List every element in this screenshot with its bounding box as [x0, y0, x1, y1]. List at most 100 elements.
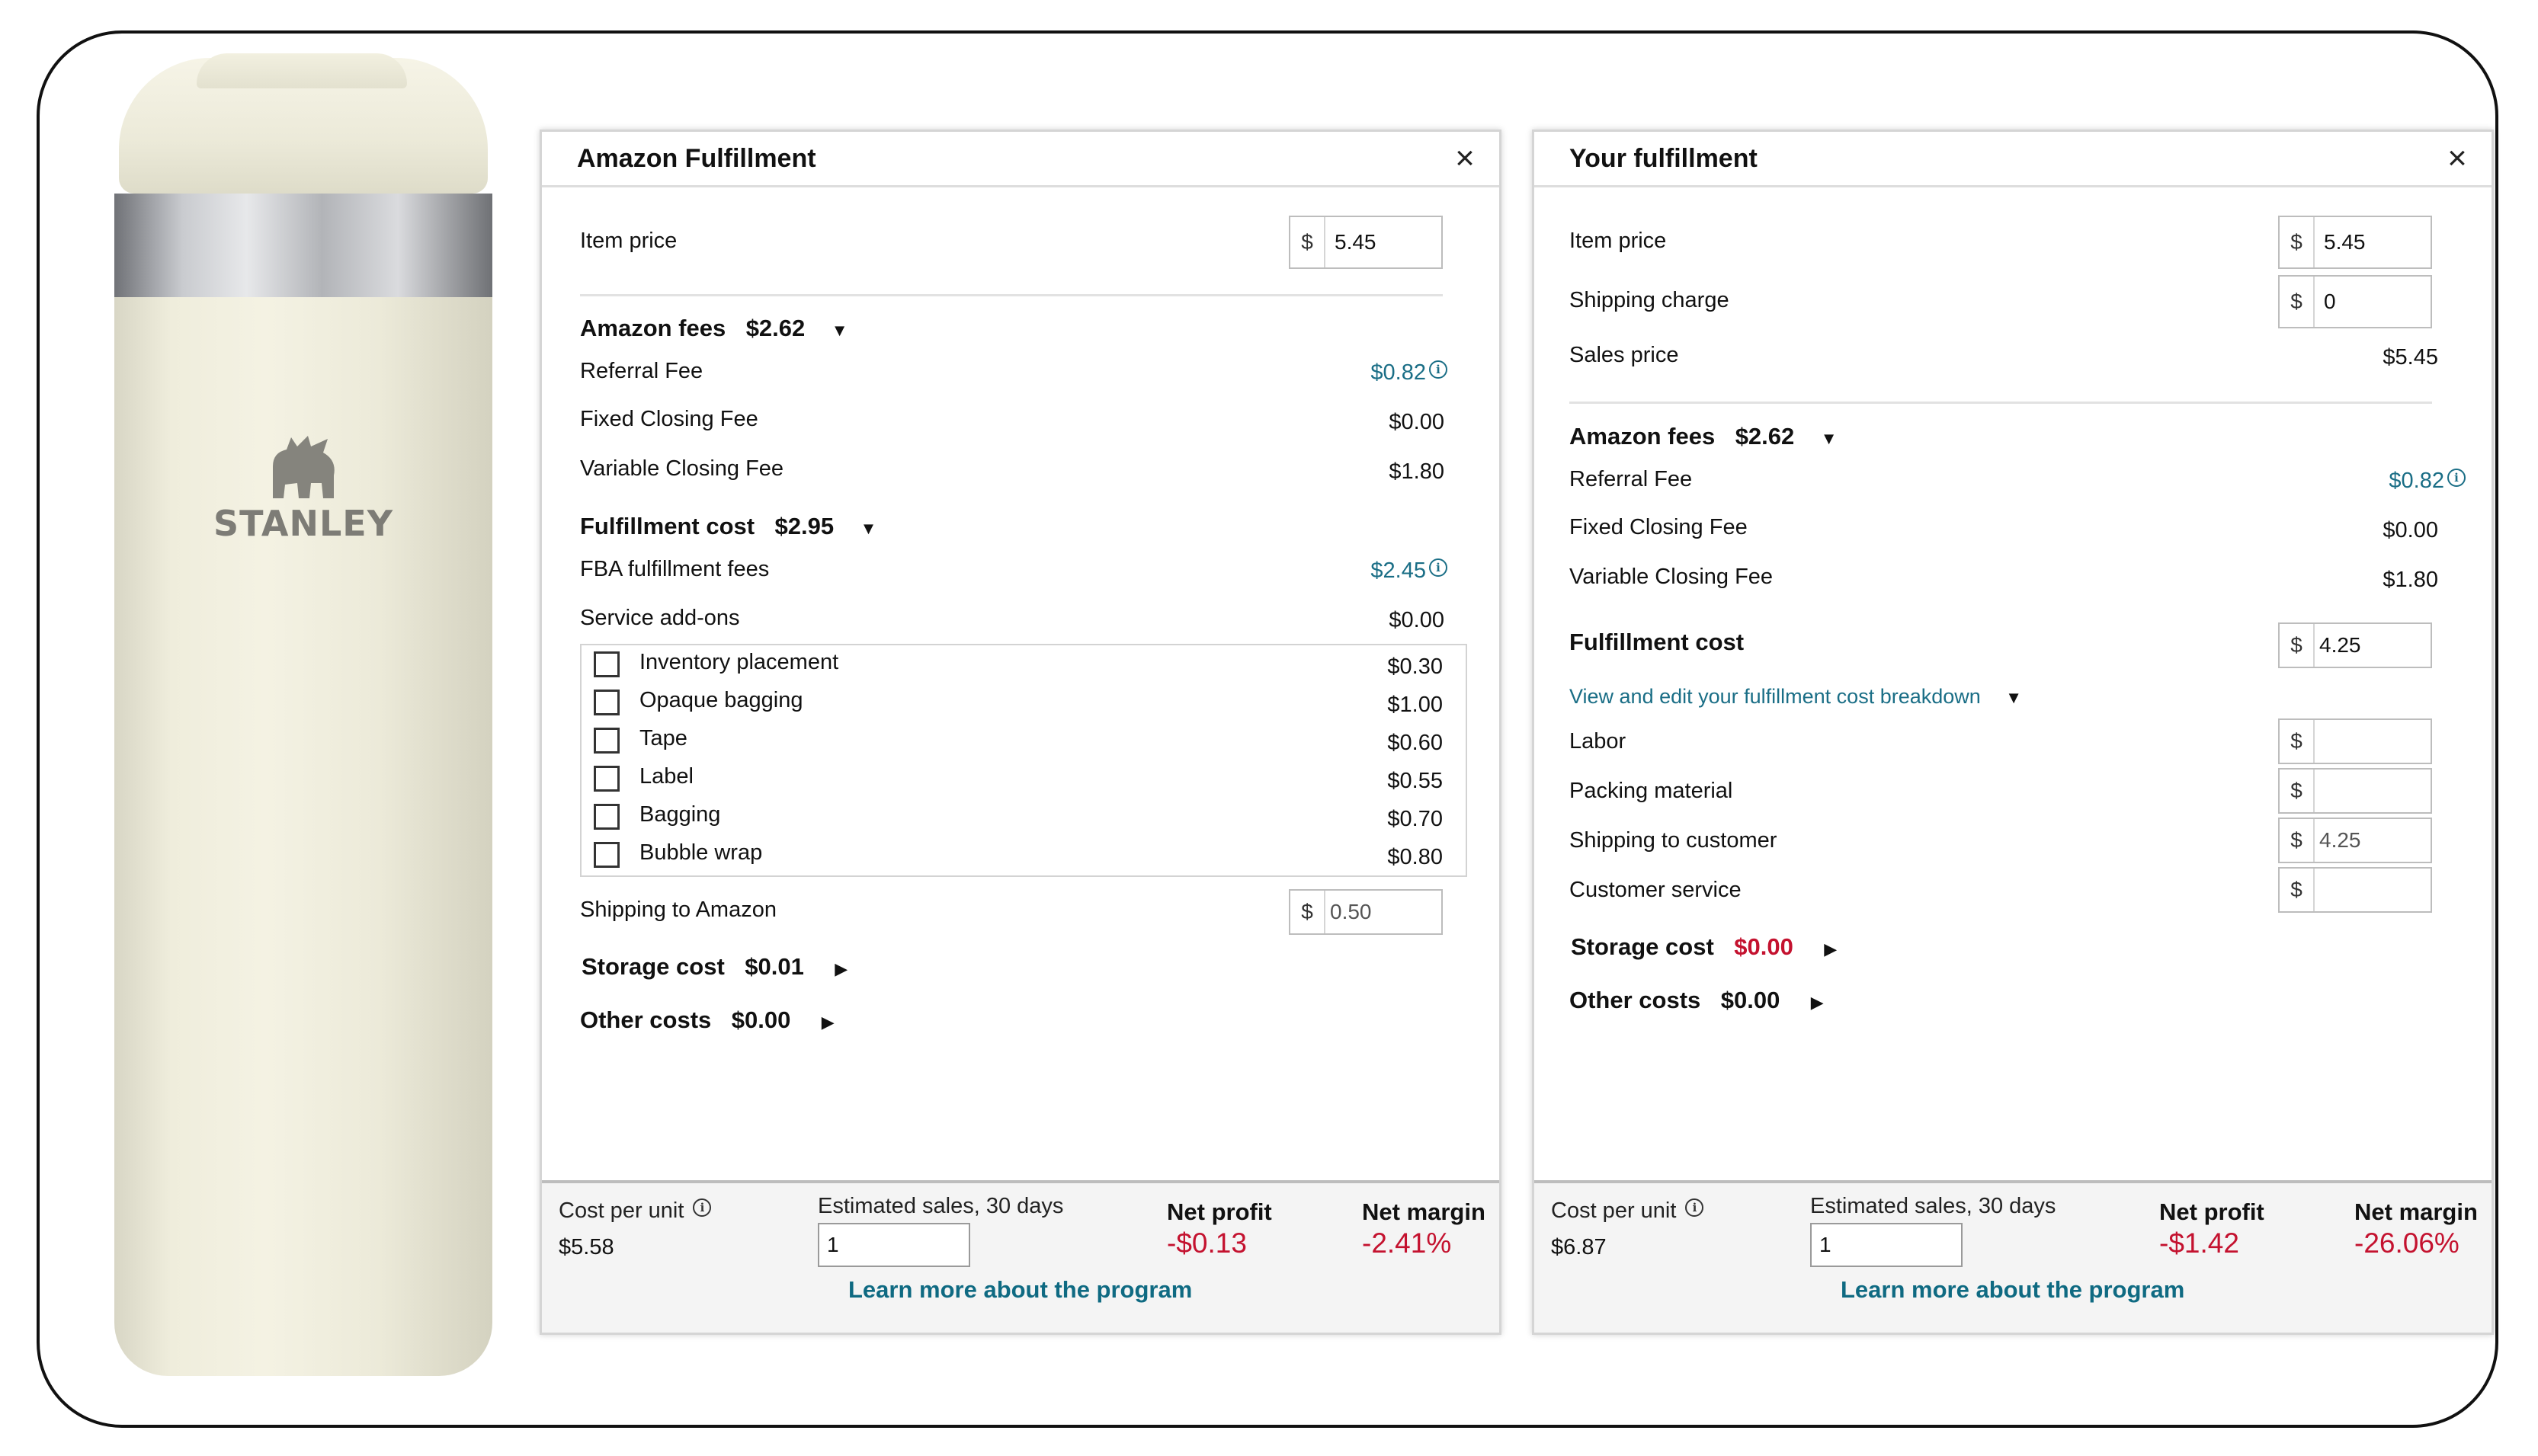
cost-per-unit-text: Cost per unit: [559, 1198, 684, 1223]
addon-label: Label: [639, 764, 694, 789]
currency-prefix: $: [1290, 891, 1325, 933]
fulfillment-cost-input[interactable]: $ 4.25: [2278, 622, 2432, 668]
close-icon[interactable]: ×: [1446, 139, 1484, 178]
fixed-closing-fee-label: Fixed Closing Fee: [1569, 515, 1748, 539]
bagging-checkbox[interactable]: [594, 804, 620, 830]
storage-cost-toggle[interactable]: Storage cost $0.01 ▶: [582, 953, 848, 981]
caret-right-icon: ▶: [1824, 939, 1838, 958]
info-icon[interactable]: i: [1685, 1198, 1704, 1217]
info-icon[interactable]: i: [693, 1198, 712, 1217]
caret-right-icon: ▶: [821, 1013, 835, 1032]
fixed-closing-fee-value: $0.00: [1389, 410, 1444, 434]
info-icon[interactable]: i: [1429, 558, 1447, 577]
storage-cost-label: Storage cost: [1571, 933, 1714, 960]
brand-logo-text: STANLEY: [213, 503, 394, 544]
other-costs-value: $0.00: [1720, 987, 1780, 1013]
amazon-fees-toggle[interactable]: Amazon fees $2.62 ▼: [1569, 423, 1838, 450]
net-margin-label: Net margin: [2354, 1198, 2478, 1225]
shipping-to-customer-value: 4.25: [2319, 828, 2361, 852]
learn-more-link[interactable]: Learn more about the program: [848, 1276, 1192, 1304]
fba-fees-amount: $2.45: [1370, 558, 1426, 583]
your-fulfillment-panel: Your fulfillment × Item price $ 5.45 Shi…: [1532, 130, 2494, 1335]
labor-input[interactable]: $: [2278, 718, 2432, 764]
panel-header: Amazon Fulfillment ×: [542, 132, 1499, 187]
fulfillment-cost-label: Fulfillment cost: [580, 513, 755, 539]
info-icon[interactable]: i: [1429, 360, 1447, 379]
item-price-label: Item price: [1569, 229, 1667, 253]
bubble-wrap-checkbox[interactable]: [594, 842, 620, 868]
amazon-fees-label: Amazon fees: [1569, 423, 1716, 450]
amazon-fees-toggle[interactable]: Amazon fees $2.62 ▼: [580, 315, 848, 342]
service-addons-list: Inventory placement $0.30 Opaque bagging…: [580, 644, 1467, 877]
info-icon[interactable]: i: [2447, 469, 2466, 487]
shipping-to-amazon-value: 0.50: [1330, 900, 1372, 923]
shipping-to-amazon-label: Shipping to Amazon: [580, 898, 777, 922]
estimated-sales-input[interactable]: 1: [1810, 1223, 1963, 1267]
item-price-input[interactable]: $ 5.45: [2278, 216, 2432, 269]
cost-per-unit-value: $6.87: [1551, 1235, 1607, 1259]
brand-logo: STANLEY: [113, 430, 494, 544]
packing-material-input[interactable]: $: [2278, 768, 2432, 814]
addon-price: $0.80: [1387, 845, 1443, 869]
currency-prefix: $: [2280, 770, 2315, 812]
storage-cost-label: Storage cost: [582, 953, 725, 980]
shipping-charge-input[interactable]: $ 0: [2278, 275, 2432, 328]
other-costs-toggle[interactable]: Other costs $0.00 ▶: [580, 1006, 835, 1034]
referral-fee-value[interactable]: $0.82 i: [1370, 360, 1447, 386]
caret-down-icon: ▼: [860, 519, 877, 538]
item-price-input[interactable]: $ 5.45: [1289, 216, 1443, 269]
estimated-sales-label: Estimated sales, 30 days: [1810, 1194, 2056, 1218]
inventory-placement-checkbox[interactable]: [594, 651, 620, 677]
fulfillment-cost-toggle[interactable]: Fulfillment cost $2.95 ▼: [580, 513, 876, 540]
storage-cost-value: $0.00: [1734, 933, 1793, 960]
addon-price: $0.60: [1387, 731, 1443, 755]
fixed-closing-fee-label: Fixed Closing Fee: [580, 407, 758, 431]
label-checkbox[interactable]: [594, 766, 620, 792]
panel-title: Your fulfillment: [1569, 144, 1758, 173]
fba-fees-value[interactable]: $2.45 i: [1370, 558, 1447, 584]
estimated-sales-input[interactable]: 1: [818, 1223, 970, 1267]
addon-price: $1.00: [1387, 693, 1443, 717]
referral-fee-amount: $0.82: [1370, 360, 1426, 385]
customer-service-input[interactable]: $: [2278, 867, 2432, 913]
amazon-fulfillment-panel: Amazon Fulfillment × Item price $ 5.45 A…: [540, 130, 1501, 1335]
other-costs-toggle[interactable]: Other costs $0.00 ▶: [1569, 987, 1824, 1014]
item-price-value: 5.45: [2324, 230, 2366, 254]
net-profit-value: -$0.13: [1167, 1227, 1247, 1259]
panel-header: Your fulfillment ×: [1534, 132, 2492, 187]
summary-footer: Cost per unit i $6.87 Estimated sales, 30…: [1534, 1180, 2492, 1333]
amazon-fees-total: $2.62: [1735, 423, 1795, 450]
other-costs-label: Other costs: [580, 1006, 712, 1033]
storage-cost-value: $0.01: [745, 953, 804, 980]
close-icon[interactable]: ×: [2438, 139, 2476, 178]
addon-price: $0.70: [1387, 807, 1443, 831]
addon-label: Bubble wrap: [639, 840, 763, 865]
variable-closing-fee-label: Variable Closing Fee: [1569, 565, 1774, 589]
fulfillment-cost-total: $2.95: [774, 513, 835, 539]
currency-prefix: $: [1290, 217, 1325, 267]
tape-checkbox[interactable]: [594, 728, 620, 754]
storage-cost-toggle[interactable]: Storage cost $0.00 ▶: [1571, 933, 1837, 961]
divider: [580, 294, 1443, 296]
shipping-to-customer-input[interactable]: $ 4.25: [2278, 818, 2432, 863]
addon-price: $0.30: [1387, 654, 1443, 679]
panel-title: Amazon Fulfillment: [577, 144, 816, 173]
bear-logo-icon: [273, 436, 335, 498]
referral-fee-value[interactable]: $0.82 i: [2389, 469, 2466, 494]
breakdown-toggle-link[interactable]: View and edit your fulfillment cost brea…: [1569, 685, 2022, 709]
net-profit-value: -$1.42: [2159, 1227, 2239, 1259]
addon-label: Bagging: [639, 802, 721, 827]
tumbler-steel-band: [114, 194, 492, 297]
currency-prefix: $: [2280, 624, 2315, 667]
opaque-bagging-checkbox[interactable]: [594, 690, 620, 715]
shipping-to-amazon-input[interactable]: $ 0.50: [1289, 889, 1443, 935]
addon-label: Opaque bagging: [639, 688, 803, 712]
cost-per-unit-text: Cost per unit: [1551, 1198, 1677, 1223]
referral-fee-label: Referral Fee: [1569, 467, 1693, 491]
cost-per-unit-value: $5.58: [559, 1235, 614, 1259]
summary-footer: Cost per unit i $5.58 Estimated sales, 30…: [542, 1180, 1499, 1333]
caret-right-icon: ▶: [835, 959, 848, 978]
learn-more-link[interactable]: Learn more about the program: [1841, 1276, 2184, 1304]
currency-prefix: $: [2280, 217, 2315, 267]
sales-price-label: Sales price: [1569, 343, 1679, 367]
